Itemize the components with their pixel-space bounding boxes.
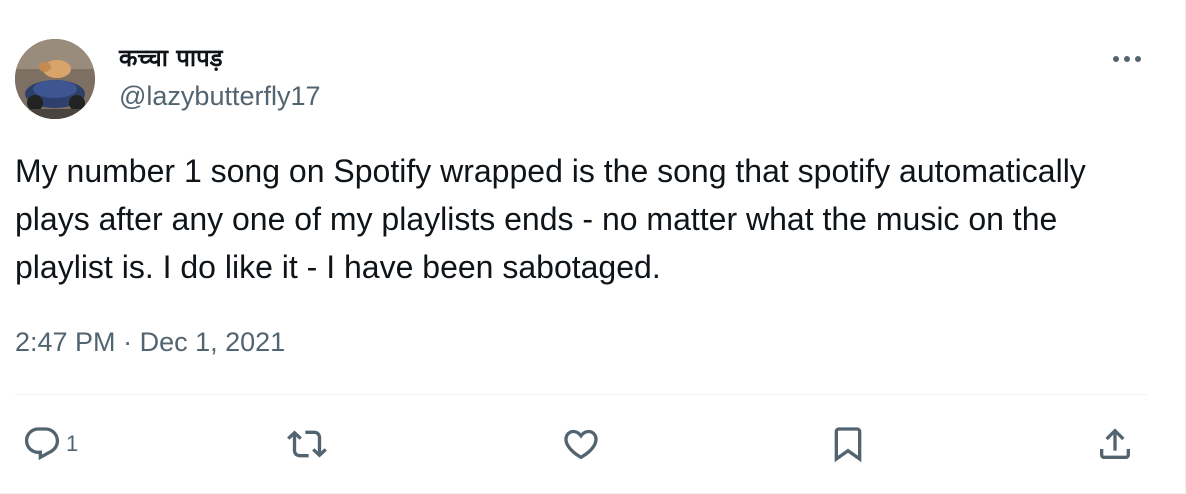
tweet-date[interactable]: Dec 1, 2021 bbox=[140, 327, 286, 357]
reply-button[interactable]: 1 bbox=[22, 416, 78, 472]
handle[interactable]: @lazybutterfly17 bbox=[119, 76, 321, 116]
retweet-button[interactable] bbox=[287, 416, 327, 472]
meta-separator: · bbox=[123, 327, 133, 357]
reply-count: 1 bbox=[66, 431, 79, 456]
more-button[interactable] bbox=[1107, 42, 1147, 76]
tweet-timestamp: 2:47 PM · Dec 1, 2021 bbox=[15, 322, 285, 362]
tweet-time[interactable]: 2:47 PM bbox=[15, 327, 116, 357]
action-bar: 1 bbox=[15, 416, 1147, 472]
retweet-icon bbox=[287, 430, 327, 458]
reply-icon bbox=[24, 427, 60, 461]
bookmark-icon bbox=[834, 427, 862, 463]
share-icon bbox=[1100, 428, 1130, 459]
author-block: कच्चा पापड़ @lazybutterfly17 bbox=[119, 40, 321, 116]
divider bbox=[15, 394, 1147, 395]
avatar-photo bbox=[15, 39, 95, 119]
like-icon bbox=[564, 429, 598, 460]
tweet-text: My number 1 song on Spotify wrapped is t… bbox=[15, 153, 1086, 285]
display-name[interactable]: कच्चा पापड़ bbox=[119, 40, 321, 76]
like-button[interactable] bbox=[561, 416, 601, 472]
share-button[interactable] bbox=[1095, 416, 1135, 472]
bookmark-button[interactable] bbox=[828, 416, 868, 472]
tweet-card: कच्चा पापड़ @lazybutterfly17 My number 1… bbox=[0, 0, 1186, 494]
avatar[interactable] bbox=[15, 39, 95, 119]
more-horizontal-icon bbox=[1113, 56, 1141, 62]
